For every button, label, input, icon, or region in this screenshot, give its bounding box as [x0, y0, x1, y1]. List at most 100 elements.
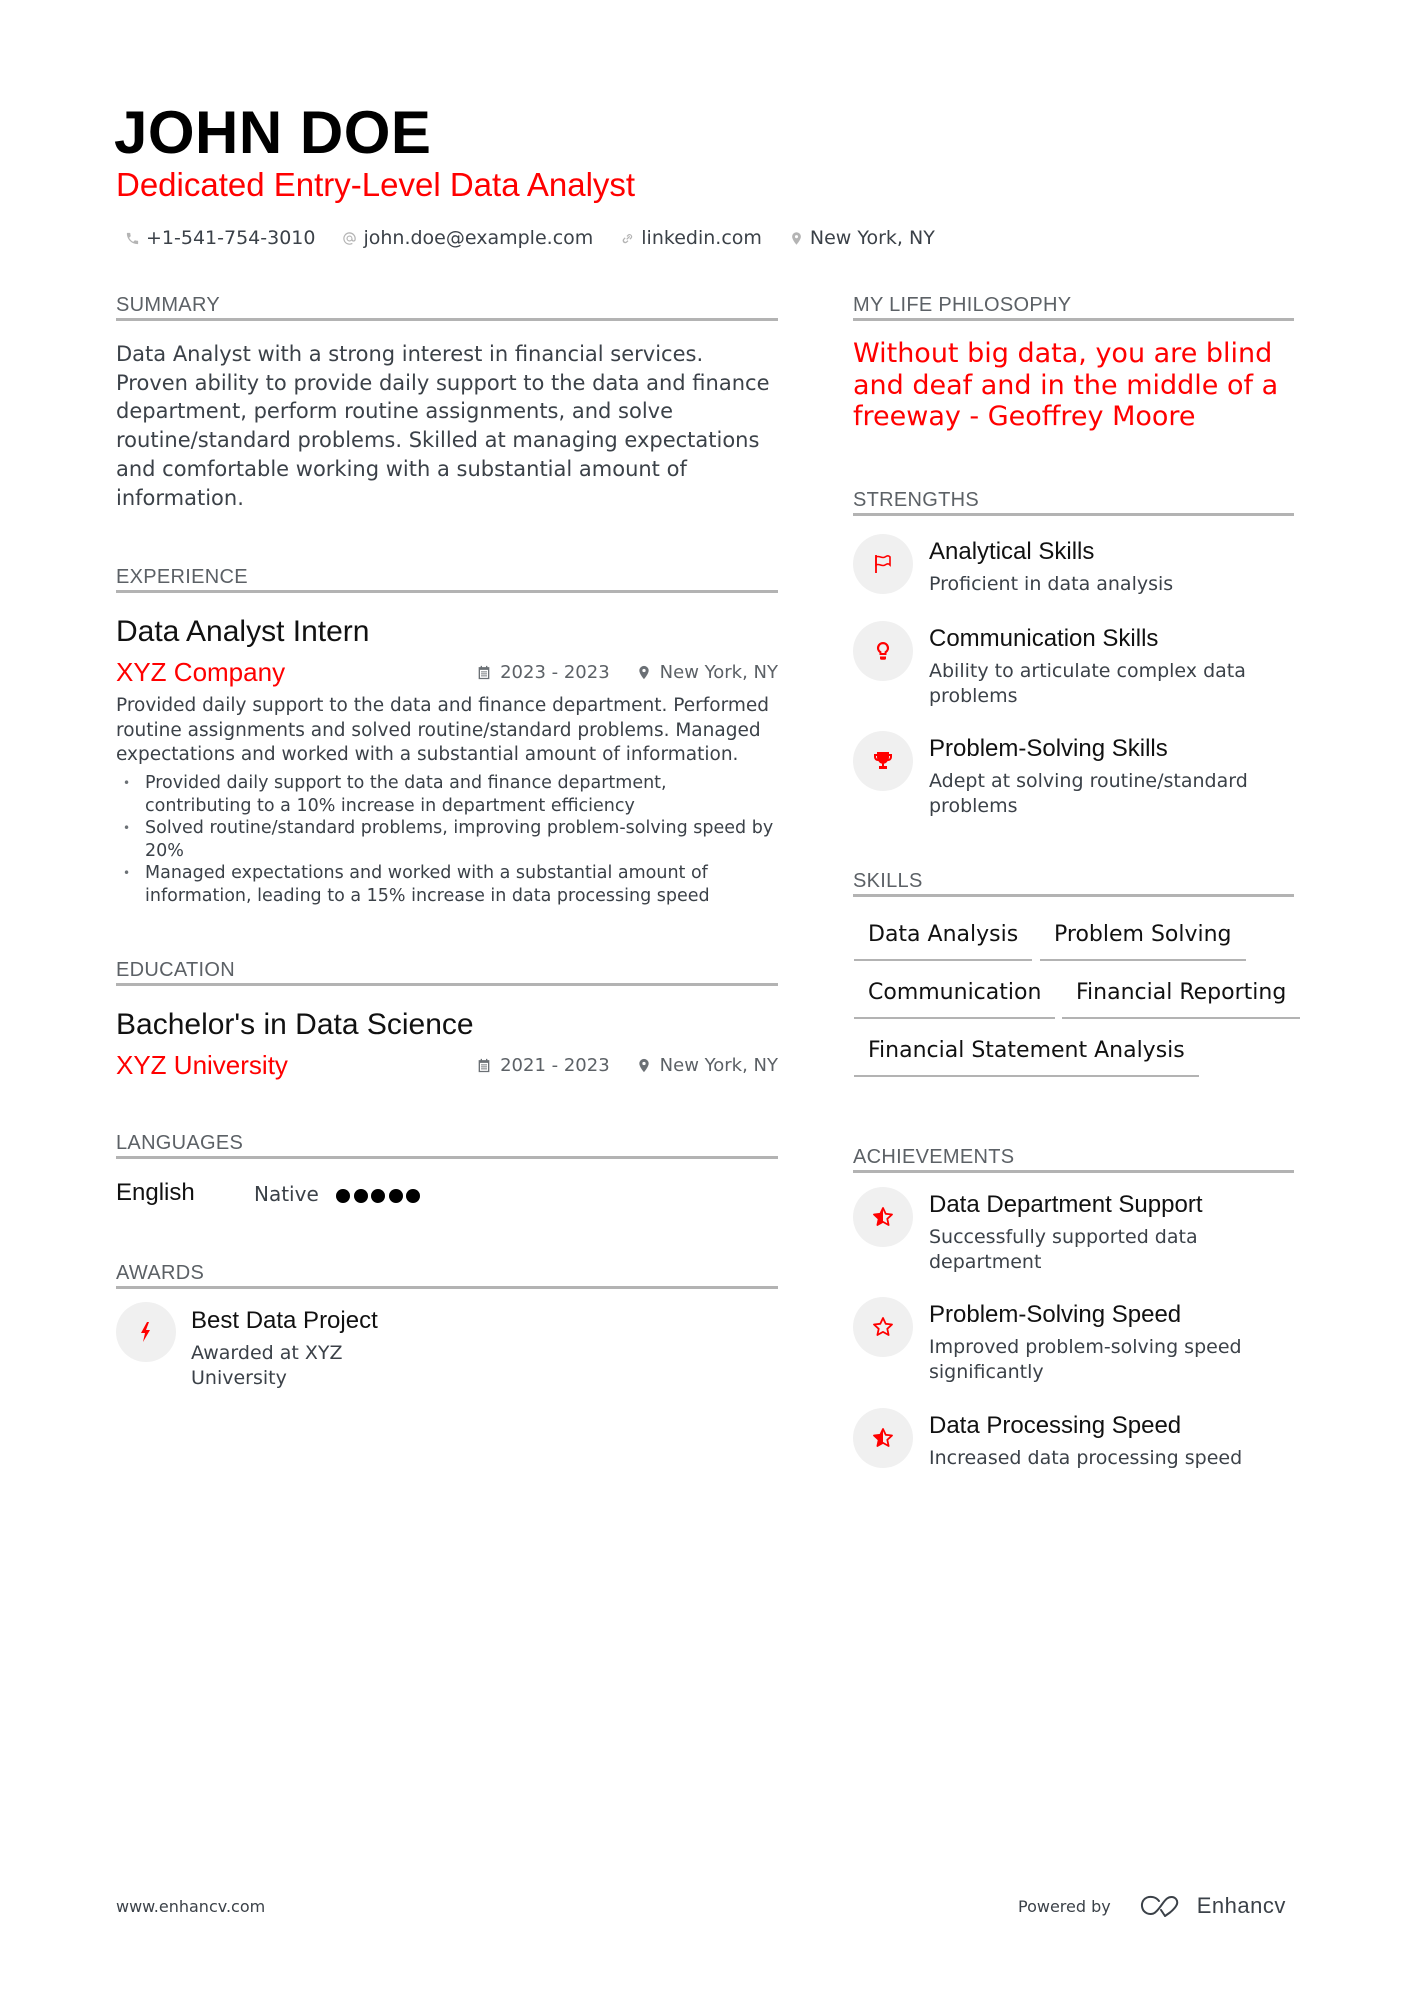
candidate-title: Dedicated Entry-Level Data Analyst: [116, 166, 636, 203]
job-location: New York, NY: [636, 662, 778, 683]
education-divider: [116, 983, 778, 986]
contact-phone-text: +1-541-754-3010: [146, 227, 316, 249]
achievement-icon-badge: [853, 1408, 913, 1468]
philosophy-divider: [853, 318, 1294, 321]
contact-location-text: New York, NY: [809, 227, 935, 249]
link-icon: [619, 229, 636, 247]
education-heading: EDUCATION: [116, 959, 235, 981]
phone-icon: [124, 229, 141, 247]
bolt-icon: [141, 1322, 150, 1342]
location-icon: [639, 1058, 649, 1073]
language-level: Native: [254, 1182, 319, 1206]
contact-phone[interactable]: +1-541-754-3010: [124, 227, 315, 249]
awards-heading: AWARDS: [116, 1262, 205, 1284]
contact-linkedin-text: linkedin.com: [641, 227, 762, 249]
school-name: XYZ University: [116, 1050, 288, 1080]
job-bullet: Provided daily support to the data and f…: [116, 772, 778, 817]
job-bullet: Managed expectations and worked with a s…: [116, 862, 778, 907]
achievements-heading: ACHIEVEMENTS: [853, 1146, 1015, 1168]
strength-description: Ability to articulate complex data probl…: [929, 660, 1246, 707]
achievement-title: Data Processing Speed: [929, 1412, 1182, 1439]
experience-divider: [116, 590, 778, 593]
award-description: Awarded at XYZ University: [191, 1342, 343, 1389]
star-half-icon: [873, 1207, 893, 1226]
job-meta: 2023 - 2023 New York, NY: [476, 662, 778, 683]
strength-title: Problem-Solving Skills: [929, 735, 1168, 762]
strength-icon-badge: [853, 621, 913, 681]
job-dates-text: 2023 - 2023: [500, 662, 610, 683]
star-half-icon: [873, 1428, 893, 1447]
location-icon: [639, 665, 649, 680]
at-icon: [341, 229, 358, 247]
achievement-title: Problem-Solving Speed: [929, 1301, 1182, 1328]
strength-description: Proficient in data analysis: [929, 573, 1174, 595]
education-location: New York, NY: [636, 1055, 778, 1076]
lightbulb-icon: [876, 641, 890, 660]
job-dates: 2023 - 2023: [476, 662, 610, 683]
language-name: English: [116, 1179, 195, 1206]
contact-bar: +1-541-754-3010 john.doe@example.com lin…: [124, 224, 961, 252]
rating-dot-filled: [353, 1189, 368, 1203]
footer-website-link[interactable]: www.enhancv.com: [116, 1897, 265, 1916]
star-outline-icon: [873, 1317, 893, 1336]
achievement-title: Data Department Support: [929, 1191, 1203, 1218]
job-bullet: Solved routine/standard problems, improv…: [116, 817, 778, 862]
skill-tag: Financial Statement Analysis: [854, 1036, 1199, 1077]
skill-tag: Problem Solving: [1040, 920, 1246, 961]
education-location-text: New York, NY: [659, 1055, 778, 1076]
skills-heading: SKILLS: [853, 870, 923, 892]
education-dates-text: 2021 - 2023: [500, 1055, 610, 1076]
enhancv-brand-name: Enhancv: [1196, 1893, 1286, 1918]
award-title: Best Data Project: [191, 1307, 378, 1334]
flag-icon: [875, 555, 891, 573]
footer-branding[interactable]: Powered by Enhancv: [1018, 1893, 1286, 1919]
contact-email[interactable]: john.doe@example.com: [341, 227, 593, 249]
language-rating: [336, 1189, 424, 1203]
skill-tag: Financial Reporting: [1062, 978, 1301, 1019]
philosophy-heading: MY LIFE PHILOSOPHY: [853, 294, 1072, 316]
contact-linkedin[interactable]: linkedin.com: [619, 227, 762, 249]
summary-heading: SUMMARY: [116, 294, 220, 316]
rating-dot-filled: [371, 1189, 385, 1203]
summary-divider: [116, 318, 778, 321]
awards-divider: [116, 1286, 778, 1289]
job-bullets: Provided daily support to the data and f…: [116, 772, 778, 907]
achievement-icon-badge: [853, 1187, 913, 1247]
rating-dot-filled: [406, 1189, 420, 1203]
achievements-divider: [853, 1170, 1294, 1173]
achievement-description: Increased data processing speed: [929, 1447, 1243, 1469]
calendar-icon: [478, 1058, 490, 1073]
skill-tag: Communication: [854, 978, 1056, 1019]
powered-by-label: Powered by: [1018, 1896, 1111, 1916]
location-icon: [788, 229, 805, 247]
summary-text: Data Analyst with a strong interest in f…: [116, 342, 770, 510]
job-title: Data Analyst Intern: [116, 615, 370, 648]
strength-icon-badge: [853, 534, 913, 594]
philosophy-quote: Without big data, you are blind and deaf…: [853, 338, 1279, 432]
strength-title: Analytical Skills: [929, 538, 1095, 565]
experience-heading: EXPERIENCE: [116, 566, 248, 588]
calendar-icon: [478, 665, 490, 680]
award-icon-badge: [116, 1302, 176, 1362]
skills-divider: [853, 894, 1294, 897]
rating-dot-filled: [388, 1189, 403, 1203]
job-description: Provided daily support to the data and f…: [116, 695, 770, 765]
languages-divider: [116, 1156, 778, 1159]
degree-title: Bachelor's in Data Science: [116, 1008, 474, 1041]
education-dates: 2021 - 2023: [476, 1055, 610, 1076]
achievement-icon-badge: [853, 1297, 913, 1357]
languages-heading: LANGUAGES: [116, 1132, 244, 1154]
strengths-heading: STRENGTHS: [853, 489, 980, 511]
achievement-description: Improved problem-solving speed significa…: [929, 1336, 1242, 1383]
skill-tag: Data Analysis: [854, 920, 1033, 961]
contact-location: New York, NY: [788, 227, 935, 249]
education-meta: 2021 - 2023 New York, NY: [476, 1055, 778, 1076]
strength-icon-badge: [853, 731, 913, 791]
strength-title: Communication Skills: [929, 625, 1159, 652]
rating-dot-filled: [336, 1189, 350, 1203]
trophy-icon: [874, 752, 892, 769]
candidate-name: JOHN DOE: [114, 99, 432, 166]
achievement-description: Successfully supported data department: [929, 1226, 1198, 1273]
job-location-text: New York, NY: [659, 662, 778, 683]
contact-email-text: john.doe@example.com: [363, 227, 594, 249]
